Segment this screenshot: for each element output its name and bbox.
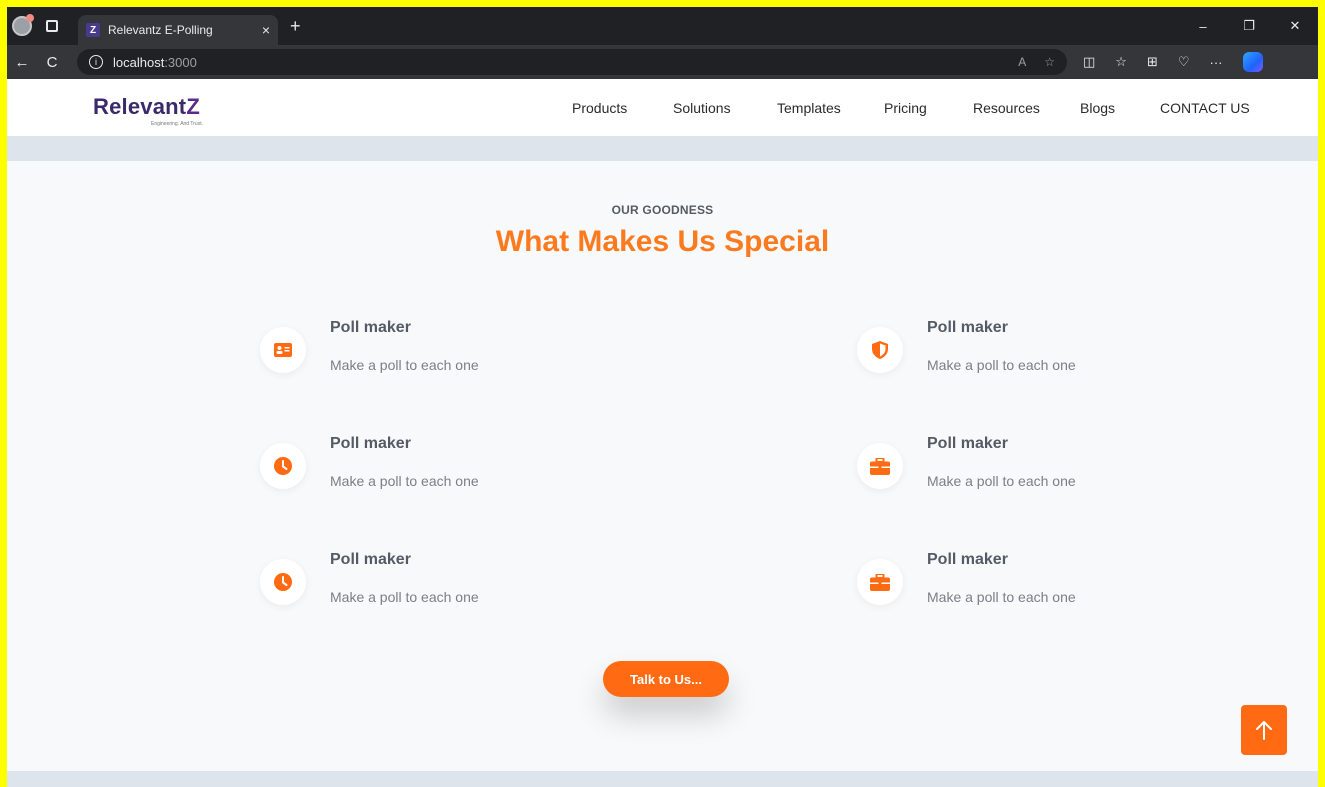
- feature-icon-wrap: [260, 559, 306, 605]
- copilot-icon[interactable]: [1242, 52, 1263, 72]
- nav-item-pricing[interactable]: Pricing: [884, 100, 927, 116]
- id-card-icon: [274, 343, 292, 357]
- favicon-icon: Z: [86, 23, 100, 37]
- logo-z: Z: [186, 93, 200, 119]
- clock-icon: [274, 573, 292, 591]
- feature-description: Make a poll to each one: [330, 473, 479, 489]
- collections-icon[interactable]: ⊞: [1147, 54, 1158, 70]
- profile-avatar-icon[interactable]: [12, 14, 34, 36]
- feature-description: Make a poll to each one: [330, 357, 479, 373]
- nav-item-contact-us[interactable]: CONTACT US: [1160, 100, 1250, 116]
- feature-item: Poll maker Make a poll to each one: [260, 435, 580, 505]
- feature-description: Make a poll to each one: [927, 589, 1076, 605]
- address-bar-actions: A ☆: [1018, 55, 1055, 69]
- feature-title: Poll maker: [927, 551, 1008, 568]
- feature-icon-wrap: [857, 559, 903, 605]
- back-icon[interactable]: ←: [7, 54, 37, 71]
- more-icon[interactable]: ···: [1210, 55, 1223, 70]
- nav-item-solutions[interactable]: Solutions: [673, 100, 731, 116]
- feature-description: Make a poll to each one: [927, 357, 1076, 373]
- feature-title: Poll maker: [330, 551, 411, 568]
- clock-icon: [274, 457, 292, 475]
- feature-description: Make a poll to each one: [330, 589, 479, 605]
- section-divider-top: [7, 136, 1318, 161]
- window-close-icon[interactable]: ✕: [1272, 18, 1318, 34]
- window-controls: – ❐ ✕: [1180, 7, 1318, 45]
- feature-icon-wrap: [857, 327, 903, 373]
- scroll-to-top-button[interactable]: [1241, 705, 1287, 755]
- feature-description: Make a poll to each one: [927, 473, 1076, 489]
- minimize-icon[interactable]: –: [1180, 19, 1226, 34]
- feature-item: Poll maker Make a poll to each one: [260, 551, 580, 621]
- feature-item: Poll maker Make a poll to each one: [857, 551, 1177, 621]
- feature-title: Poll maker: [927, 319, 1008, 336]
- reload-icon[interactable]: C: [37, 54, 67, 71]
- screen: Z Relevantz E-Polling × + – ❐ ✕ ← C i lo…: [7, 7, 1318, 787]
- section-divider-bottom: [7, 771, 1318, 787]
- address-bar[interactable]: i localhost :3000 A ☆: [77, 49, 1067, 75]
- logo-tagline: Engineering. And Trust.: [151, 120, 203, 127]
- arrow-up-icon: [1256, 721, 1272, 740]
- site-info-icon[interactable]: i: [89, 55, 103, 69]
- feature-title: Poll maker: [330, 319, 411, 336]
- tab-actions-icon[interactable]: [46, 20, 58, 32]
- talk-to-us-button[interactable]: Talk to Us...: [603, 661, 729, 697]
- feature-icon-wrap: [260, 443, 306, 489]
- feature-title: Poll maker: [927, 435, 1008, 452]
- logo-wordmark: RelevantZ: [93, 94, 200, 120]
- brand-logo[interactable]: RelevantZ Engineering. And Trust.: [93, 88, 213, 128]
- new-tab-button[interactable]: +: [290, 16, 301, 37]
- health-icon[interactable]: ♡: [1178, 54, 1190, 70]
- browser-toolbar: ← C i localhost :3000 A ☆ ◫ ☆ ⊞ ♡ ···: [7, 45, 1318, 79]
- briefcase-icon: [870, 573, 890, 591]
- feature-item: Poll maker Make a poll to each one: [857, 319, 1177, 389]
- browser-tab[interactable]: Z Relevantz E-Polling ×: [78, 15, 278, 45]
- tab-close-icon[interactable]: ×: [262, 22, 270, 38]
- feature-item: Poll maker Make a poll to each one: [260, 319, 580, 389]
- favorites-icon[interactable]: ☆: [1115, 54, 1127, 70]
- nav-item-resources[interactable]: Resources: [973, 100, 1040, 116]
- nav-item-templates[interactable]: Templates: [777, 100, 841, 116]
- favorite-star-icon[interactable]: ☆: [1044, 55, 1055, 69]
- section-title: What Makes Us Special: [495, 225, 830, 258]
- feature-icon-wrap: [260, 327, 306, 373]
- read-aloud-icon[interactable]: A: [1018, 55, 1026, 69]
- nav-item-blogs[interactable]: Blogs: [1080, 100, 1115, 116]
- feature-icon-wrap: [857, 443, 903, 489]
- browser-tools: ◫ ☆ ⊞ ♡ ···: [1083, 52, 1263, 72]
- shield-icon: [872, 341, 888, 359]
- site-header: RelevantZ Engineering. And Trust. Produc…: [7, 79, 1318, 136]
- logo-text: Relevant: [93, 93, 187, 119]
- section-eyebrow: OUR GOODNESS: [611, 203, 714, 217]
- feature-title: Poll maker: [330, 435, 411, 452]
- split-screen-icon[interactable]: ◫: [1083, 54, 1095, 70]
- url-host: localhost: [113, 54, 165, 70]
- briefcase-icon: [870, 457, 890, 475]
- url-port: :3000: [164, 54, 197, 70]
- browser-tab-bar: Z Relevantz E-Polling × + – ❐ ✕: [7, 7, 1318, 45]
- nav-item-products[interactable]: Products: [572, 100, 627, 116]
- restore-icon[interactable]: ❐: [1226, 18, 1272, 34]
- tab-title: Relevantz E-Polling: [108, 23, 213, 37]
- feature-item: Poll maker Make a poll to each one: [857, 435, 1177, 505]
